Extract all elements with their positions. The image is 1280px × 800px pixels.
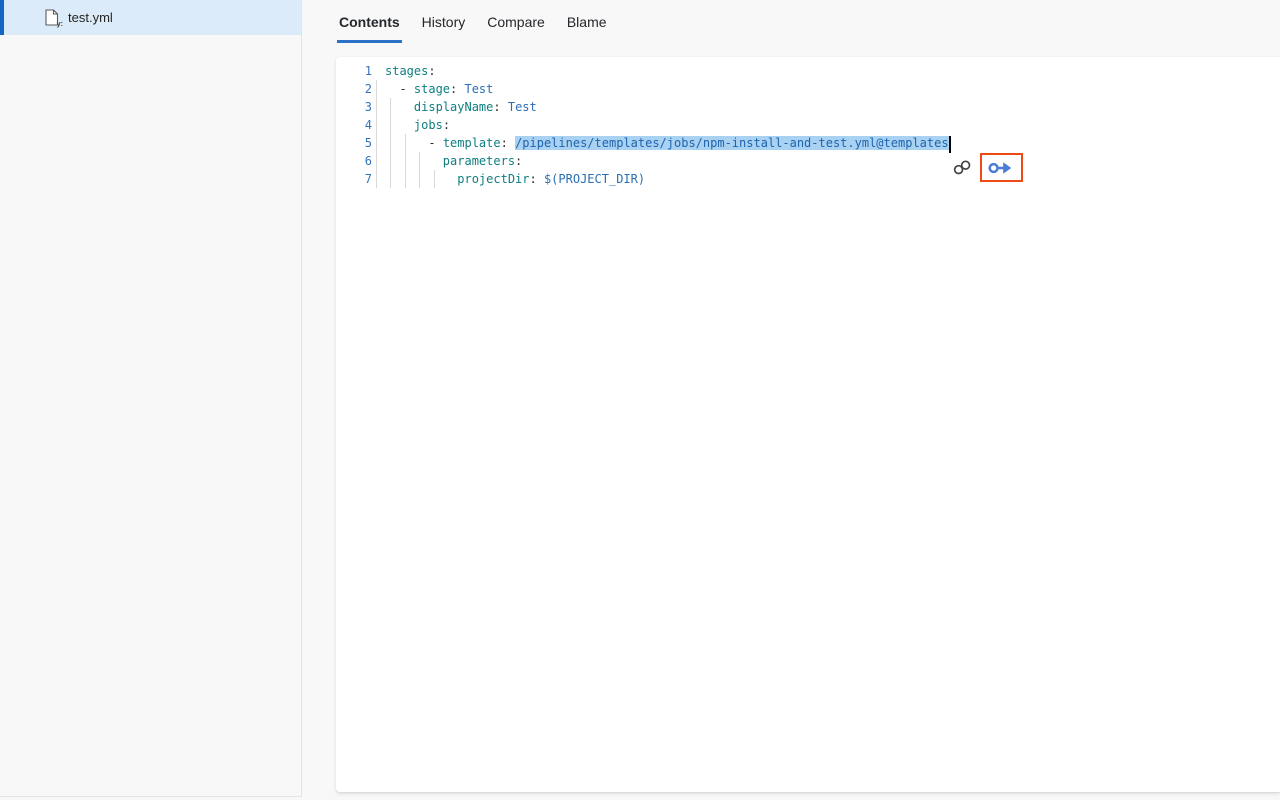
code-token: Test — [464, 82, 493, 96]
code-line-5[interactable]: 5 - template: /pipelines/templates/jobs/… — [336, 134, 1280, 152]
code-token: : — [515, 154, 522, 168]
line-number[interactable]: 1 — [336, 62, 372, 80]
line-content: - template: /pipelines/templates/jobs/np… — [385, 134, 951, 152]
inline-actions — [952, 153, 1023, 182]
code-viewer-panel: 1stages:2 - stage: Test3 displayName: Te… — [336, 57, 1280, 792]
line-number[interactable]: 5 — [336, 134, 372, 152]
code-token — [385, 100, 414, 114]
sidebar-item-test-yml[interactable]: y: test.yml — [0, 0, 301, 35]
code-token — [385, 136, 428, 150]
line-content: displayName: Test — [385, 98, 537, 116]
line-content: jobs: — [385, 116, 450, 134]
line-number[interactable]: 6 — [336, 152, 372, 170]
code-token: projectDir — [457, 172, 529, 186]
text-cursor — [949, 136, 951, 153]
indent-guide — [376, 98, 377, 116]
line-content: parameters: — [385, 152, 522, 170]
code-token — [385, 118, 414, 132]
indent-guide — [376, 134, 377, 152]
line-number[interactable]: 3 — [336, 98, 372, 116]
indent-guide — [376, 80, 377, 98]
code-line-7[interactable]: 7 projectDir: $(PROJECT_DIR) — [336, 170, 1280, 188]
code-token: : — [493, 100, 507, 114]
code-token: template — [443, 136, 501, 150]
indent-guide — [376, 116, 377, 134]
indent-guide — [376, 170, 377, 188]
open-linked-template-button[interactable] — [980, 153, 1023, 182]
tab-contents[interactable]: Contents — [337, 12, 402, 43]
tab-blame[interactable]: Blame — [565, 12, 609, 43]
code-token — [385, 172, 457, 186]
code-token: stages — [385, 64, 428, 78]
tab-bar: Contents History Compare Blame — [303, 0, 1280, 57]
line-number[interactable]: 2 — [336, 80, 372, 98]
line-content: - stage: Test — [385, 80, 493, 98]
line-number[interactable]: 4 — [336, 116, 372, 134]
tab-compare[interactable]: Compare — [485, 12, 547, 43]
code-token: - — [428, 136, 442, 150]
yaml-file-icon: y: — [44, 9, 59, 26]
indent-guide — [376, 152, 377, 170]
code-token — [385, 154, 443, 168]
code-token: displayName — [414, 100, 493, 114]
line-number[interactable]: 7 — [336, 170, 372, 188]
code-line-4[interactable]: 4 jobs: — [336, 116, 1280, 134]
file-name-label: test.yml — [68, 10, 113, 25]
code-token: : — [443, 118, 450, 132]
code-token: : — [428, 64, 435, 78]
code-token: : — [530, 172, 544, 186]
code-token: parameters — [443, 154, 515, 168]
code-line-2[interactable]: 2 - stage: Test — [336, 80, 1280, 98]
link-icon[interactable] — [952, 158, 973, 177]
code-lines: 1stages:2 - stage: Test3 displayName: Te… — [336, 57, 1280, 188]
selected-text: /pipelines/templates/jobs/npm-install-an… — [515, 136, 948, 150]
code-token: : — [450, 82, 464, 96]
code-line-1[interactable]: 1 stages: — [336, 62, 1280, 80]
code-token — [385, 82, 399, 96]
code-token: jobs — [414, 118, 443, 132]
line-content: stages: — [385, 62, 436, 80]
line-content: projectDir: $(PROJECT_DIR) — [385, 170, 645, 188]
file-tree-sidebar: y: test.yml — [0, 0, 302, 797]
tab-history[interactable]: History — [420, 12, 468, 43]
code-token: Test — [508, 100, 537, 114]
code-token: : — [501, 136, 515, 150]
code-line-3[interactable]: 3 displayName: Test — [336, 98, 1280, 116]
code-token: stage — [414, 82, 450, 96]
code-token: $(PROJECT_DIR) — [544, 172, 645, 186]
yaml-badge: y: — [57, 21, 63, 28]
code-line-6[interactable]: 6 parameters: — [336, 152, 1280, 170]
selected-indicator — [0, 0, 4, 35]
open-linked-template-icon — [988, 160, 1015, 176]
code-token: - — [399, 82, 413, 96]
